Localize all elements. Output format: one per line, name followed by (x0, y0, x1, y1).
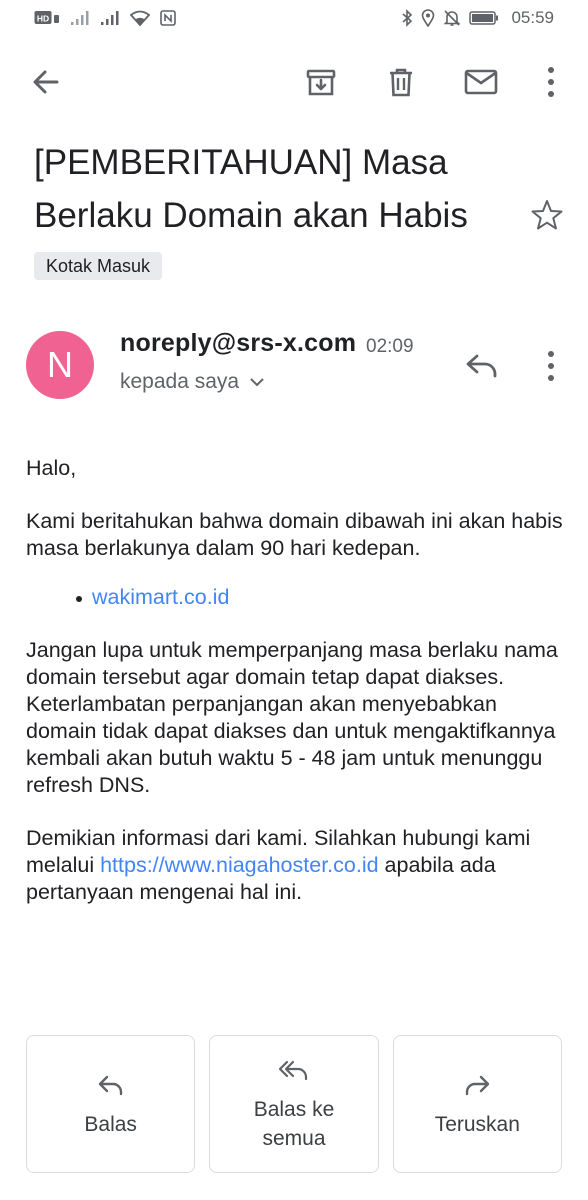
forward-action-button[interactable]: Teruskan (392, 1035, 562, 1173)
forward-icon (463, 1070, 491, 1102)
mark-unread-button[interactable] (457, 58, 505, 106)
reply-action-button[interactable]: Balas (26, 1035, 196, 1173)
domain-list: wakimart.co.id (76, 584, 566, 611)
reply-icon (466, 354, 497, 378)
star-button[interactable] (527, 195, 567, 235)
avatar[interactable]: N (26, 331, 94, 399)
bluetooth-icon (401, 9, 413, 27)
archive-icon (306, 69, 336, 96)
hd-badge-icon: HD (34, 10, 60, 26)
domain-link[interactable]: wakimart.co.id (92, 585, 229, 609)
reply-button[interactable] (458, 342, 506, 390)
website-link[interactable]: https://www.niagahoster.co.id (100, 853, 378, 877)
email-time: 02:09 (366, 336, 414, 357)
toolbar (0, 52, 588, 112)
notifications-off-icon (443, 9, 461, 27)
body-paragraph-2: Jangan lupa untuk memperpanjang masa ber… (26, 638, 558, 797)
email-body: Halo, Kami beritahukan bahwa domain diba… (26, 455, 566, 932)
reply-all-action-label: Balas ke semua (253, 1098, 335, 1150)
recipient-label: kepada saya (120, 370, 240, 393)
reply-action-label: Balas (84, 1112, 137, 1136)
greeting: Halo, (26, 456, 77, 480)
forward-action-label: Teruskan (434, 1112, 520, 1136)
reply-icon (97, 1070, 125, 1102)
status-left: HD (34, 10, 176, 26)
nfc-icon (160, 10, 176, 26)
action-bar: Balas Balas ke semua Teruskan (26, 1035, 562, 1173)
chevron-down-icon (250, 378, 264, 387)
more-options-button[interactable] (527, 58, 575, 106)
star-icon (531, 200, 563, 230)
delete-button[interactable] (377, 58, 425, 106)
arrow-left-icon (33, 70, 59, 94)
location-icon (421, 9, 435, 27)
status-bar: HD 05:59 (0, 0, 588, 36)
more-vert-icon (548, 351, 554, 381)
body-paragraph-1: Kami beritahukan bahwa domain dibawah in… (26, 509, 563, 560)
status-right: 05:59 (401, 8, 554, 28)
mail-icon (464, 69, 498, 95)
signal-icon (100, 10, 120, 26)
status-time: 05:59 (511, 8, 554, 27)
archive-button[interactable] (297, 58, 345, 106)
reply-all-icon (278, 1055, 310, 1087)
wifi-icon (130, 10, 150, 26)
sender-address: noreply@srs-x.com (120, 329, 357, 357)
back-button[interactable] (22, 58, 70, 106)
reply-all-action-button[interactable]: Balas ke semua (209, 1035, 379, 1173)
message-more-button[interactable] (527, 342, 575, 390)
body-paragraph-3: Demikian informasi dari kami. Silahkan h… (26, 825, 566, 906)
signal-weak-icon (70, 10, 90, 26)
recipient-details-toggle[interactable]: kepada saya (120, 370, 265, 394)
trash-icon (390, 68, 412, 97)
email-subject: [PEMBERITAHUAN] Masa Berlaku Domain akan… (34, 143, 468, 235)
list-item: wakimart.co.id (76, 584, 566, 611)
label-chip-inbox[interactable]: Kotak Masuk (34, 252, 163, 280)
svg-text:HD: HD (37, 14, 49, 24)
battery-icon (469, 10, 499, 26)
more-vert-icon (548, 67, 554, 97)
